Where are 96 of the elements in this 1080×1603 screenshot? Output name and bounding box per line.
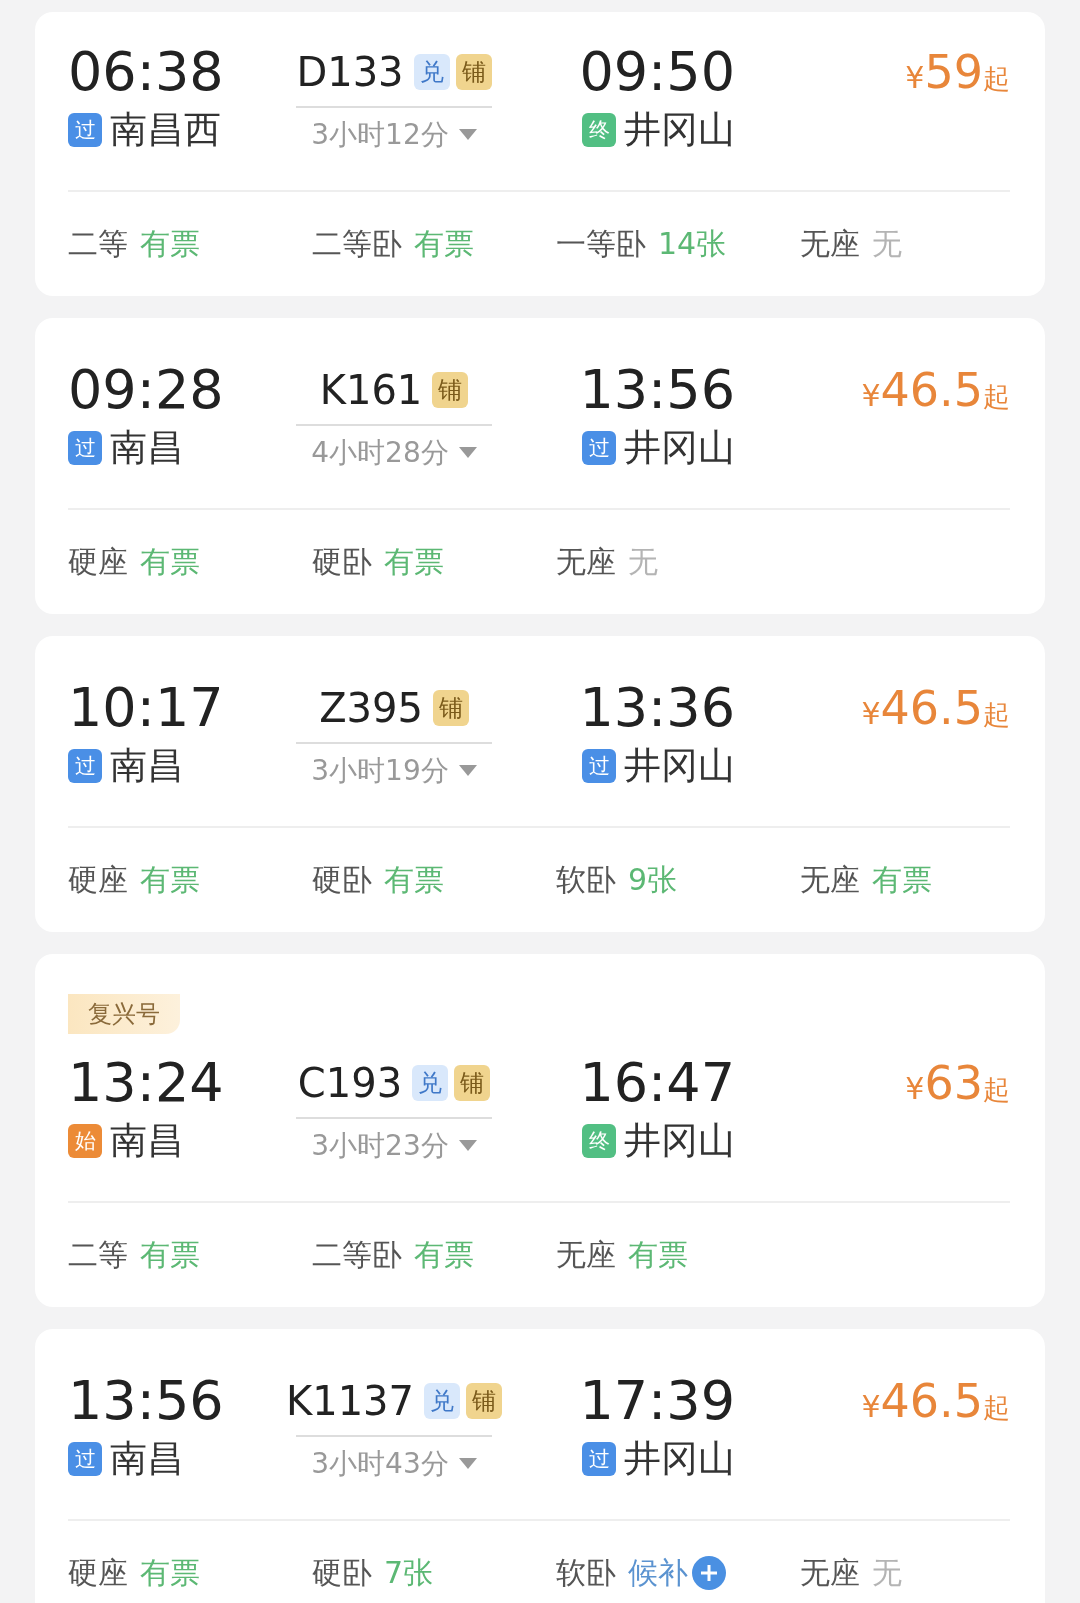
seat-status: 9张 — [628, 860, 678, 899]
station-tag: 过 — [68, 1442, 102, 1476]
seat-class: 无座 — [800, 224, 860, 263]
train-tag: 兑 — [424, 1383, 460, 1419]
duration-toggle[interactable]: 3小时43分 — [311, 1445, 477, 1483]
station-name: 南昌 — [110, 1436, 184, 1482]
station-tag: 过 — [68, 749, 102, 783]
train-number: K161 — [319, 367, 423, 413]
price: ¥46.5起 — [860, 362, 1010, 419]
seat-class: 二等卧 — [312, 224, 402, 263]
train-tag: 兑 — [413, 54, 450, 90]
seat-class: 无座 — [556, 1235, 616, 1274]
train-tag: 铺 — [432, 690, 469, 726]
seat-status: 有票 — [140, 542, 200, 581]
price: ¥63起 — [904, 1055, 1010, 1112]
seat-status: 14张 — [658, 224, 727, 263]
seat-class: 硬卧 — [312, 1553, 372, 1592]
seat-class: 无座 — [556, 542, 616, 581]
seat-status: 有票 — [414, 1235, 474, 1274]
train-tag: 兑 — [412, 1065, 449, 1101]
seat-status: 无 — [628, 542, 658, 581]
seat-class: 无座 — [800, 1553, 860, 1592]
station-tag: 始 — [68, 1124, 102, 1158]
station-tag: 终 — [582, 113, 616, 147]
arrival-time: 16:47 — [579, 1051, 735, 1115]
seat-class: 软卧 — [556, 860, 616, 899]
seat-status: 有票 — [140, 860, 200, 899]
departure-time: 06:38 — [68, 40, 225, 104]
seat-class: 二等 — [68, 1235, 128, 1274]
duration-toggle[interactable]: 4小时28分 — [311, 434, 477, 472]
station-name: 井冈山 — [624, 743, 735, 789]
arrival-time: 13:56 — [579, 358, 735, 422]
station-name: 南昌 — [110, 1118, 184, 1164]
add-icon — [692, 1556, 726, 1590]
train-tag: 铺 — [455, 54, 492, 90]
station-name: 井冈山 — [624, 107, 735, 153]
station-name: 南昌 — [110, 425, 184, 471]
train-number: D133 — [296, 49, 404, 95]
seat-status: 有票 — [628, 1235, 688, 1274]
seat-class: 无座 — [800, 860, 860, 899]
seat-class: 二等卧 — [312, 1235, 402, 1274]
departure-time: 13:24 — [68, 1051, 225, 1115]
arrival-time: 17:39 — [579, 1369, 735, 1433]
dropdown-icon — [458, 447, 477, 459]
station-name: 井冈山 — [624, 425, 735, 471]
station-tag: 过 — [68, 431, 102, 465]
departure-time: 09:28 — [68, 358, 225, 422]
seat-status: 有票 — [140, 1553, 200, 1592]
train-number: K1137 — [286, 1378, 414, 1424]
seat-status: 有票 — [140, 1235, 200, 1274]
arrival-time: 13:36 — [579, 676, 735, 740]
station-tag: 过 — [68, 113, 102, 147]
seat-status: 有票 — [140, 224, 200, 263]
train-number: Z395 — [319, 685, 423, 731]
dropdown-icon — [458, 1140, 477, 1152]
seat-class: 软卧 — [556, 1553, 616, 1592]
train-number: C193 — [297, 1060, 403, 1106]
seat-status: 有票 — [384, 542, 444, 581]
seat-status: 无 — [872, 224, 902, 263]
seat-status: 有票 — [384, 860, 444, 899]
train-type-badge: 复兴号 — [68, 994, 180, 1034]
seat-class: 二等 — [68, 224, 128, 263]
seat-class: 一等卧 — [556, 224, 646, 263]
seat-class: 硬座 — [68, 1553, 128, 1592]
train-tag: 铺 — [454, 1065, 491, 1101]
station-name: 南昌 — [110, 743, 184, 789]
station-tag: 终 — [582, 1124, 616, 1158]
duration-toggle[interactable]: 3小时19分 — [311, 752, 477, 790]
dropdown-icon — [458, 129, 477, 141]
price: ¥59起 — [904, 44, 1010, 101]
station-name: 井冈山 — [624, 1436, 735, 1482]
station-tag: 过 — [582, 1442, 616, 1476]
seat-status: 无 — [872, 1553, 902, 1592]
seat-class: 硬座 — [68, 860, 128, 899]
seat-status: 7张 — [384, 1553, 434, 1592]
price: ¥46.5起 — [860, 680, 1010, 737]
seat-status[interactable]: 候补 — [628, 1552, 726, 1594]
station-name: 井冈山 — [624, 1118, 735, 1164]
station-tag: 过 — [582, 749, 616, 783]
train-tag: 铺 — [432, 372, 469, 408]
seat-status: 有票 — [872, 860, 932, 899]
dropdown-icon — [458, 1458, 477, 1470]
dropdown-icon — [458, 765, 477, 777]
price: ¥46.5起 — [860, 1373, 1010, 1430]
seat-class: 硬卧 — [312, 542, 372, 581]
departure-time: 13:56 — [68, 1369, 225, 1433]
station-tag: 过 — [582, 431, 616, 465]
station-name: 南昌西 — [110, 107, 221, 153]
seat-class: 硬座 — [68, 542, 128, 581]
train-tag: 铺 — [466, 1383, 502, 1419]
seat-class: 硬卧 — [312, 860, 372, 899]
seat-status: 有票 — [414, 224, 474, 263]
departure-time: 10:17 — [68, 676, 225, 740]
arrival-time: 09:50 — [579, 40, 735, 104]
duration-toggle[interactable]: 3小时23分 — [311, 1127, 477, 1165]
duration-toggle[interactable]: 3小时12分 — [311, 116, 477, 154]
